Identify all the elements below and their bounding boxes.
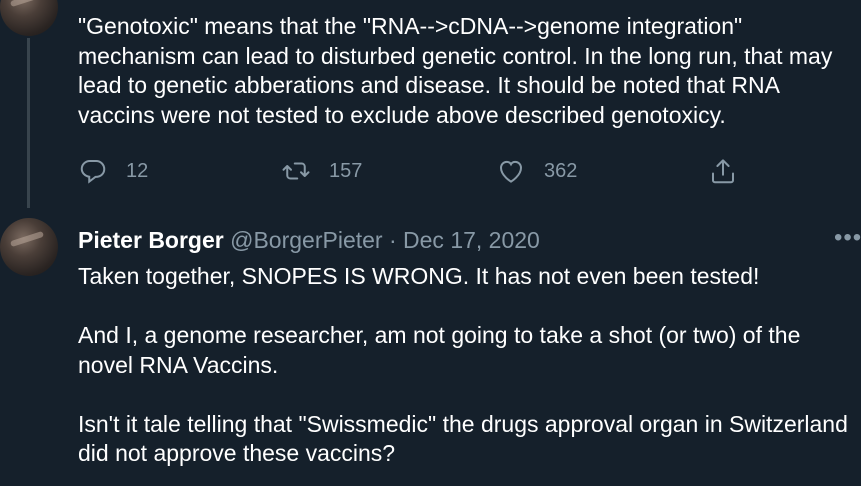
thread-line <box>27 38 30 208</box>
tweet-header: Pieter Borger @BorgerPieter · Dec 17, 20… <box>78 224 540 256</box>
heart-icon <box>499 160 523 183</box>
reply-count: 12 <box>126 159 149 182</box>
avatar[interactable] <box>0 0 58 36</box>
retweet-icon <box>282 162 310 180</box>
author-name[interactable]: Pieter Borger <box>78 227 224 253</box>
reply-icon <box>80 160 106 184</box>
tweet-text: Taken together, SNOPES IS WRONG. It has … <box>78 263 848 466</box>
header-separator: · <box>388 227 397 253</box>
share-icon <box>712 159 734 184</box>
retweet-button[interactable]: 157 <box>281 153 362 189</box>
more-icon[interactable]: ••• <box>834 226 861 250</box>
like-count: 362 <box>544 159 578 182</box>
tweet-date[interactable]: Dec 17, 2020 <box>403 227 540 253</box>
tweet-text: "Genotoxic" means that the "RNA-->cDNA--… <box>78 13 833 128</box>
like-button[interactable]: 362 <box>496 153 577 189</box>
author-handle[interactable]: @BorgerPieter <box>230 227 382 253</box>
share-button[interactable] <box>708 153 738 189</box>
avatar[interactable] <box>0 218 58 276</box>
tweet-actions: 12 157 362 <box>78 153 758 189</box>
retweet-count: 157 <box>329 159 363 182</box>
reply-button[interactable]: 12 <box>78 153 148 189</box>
